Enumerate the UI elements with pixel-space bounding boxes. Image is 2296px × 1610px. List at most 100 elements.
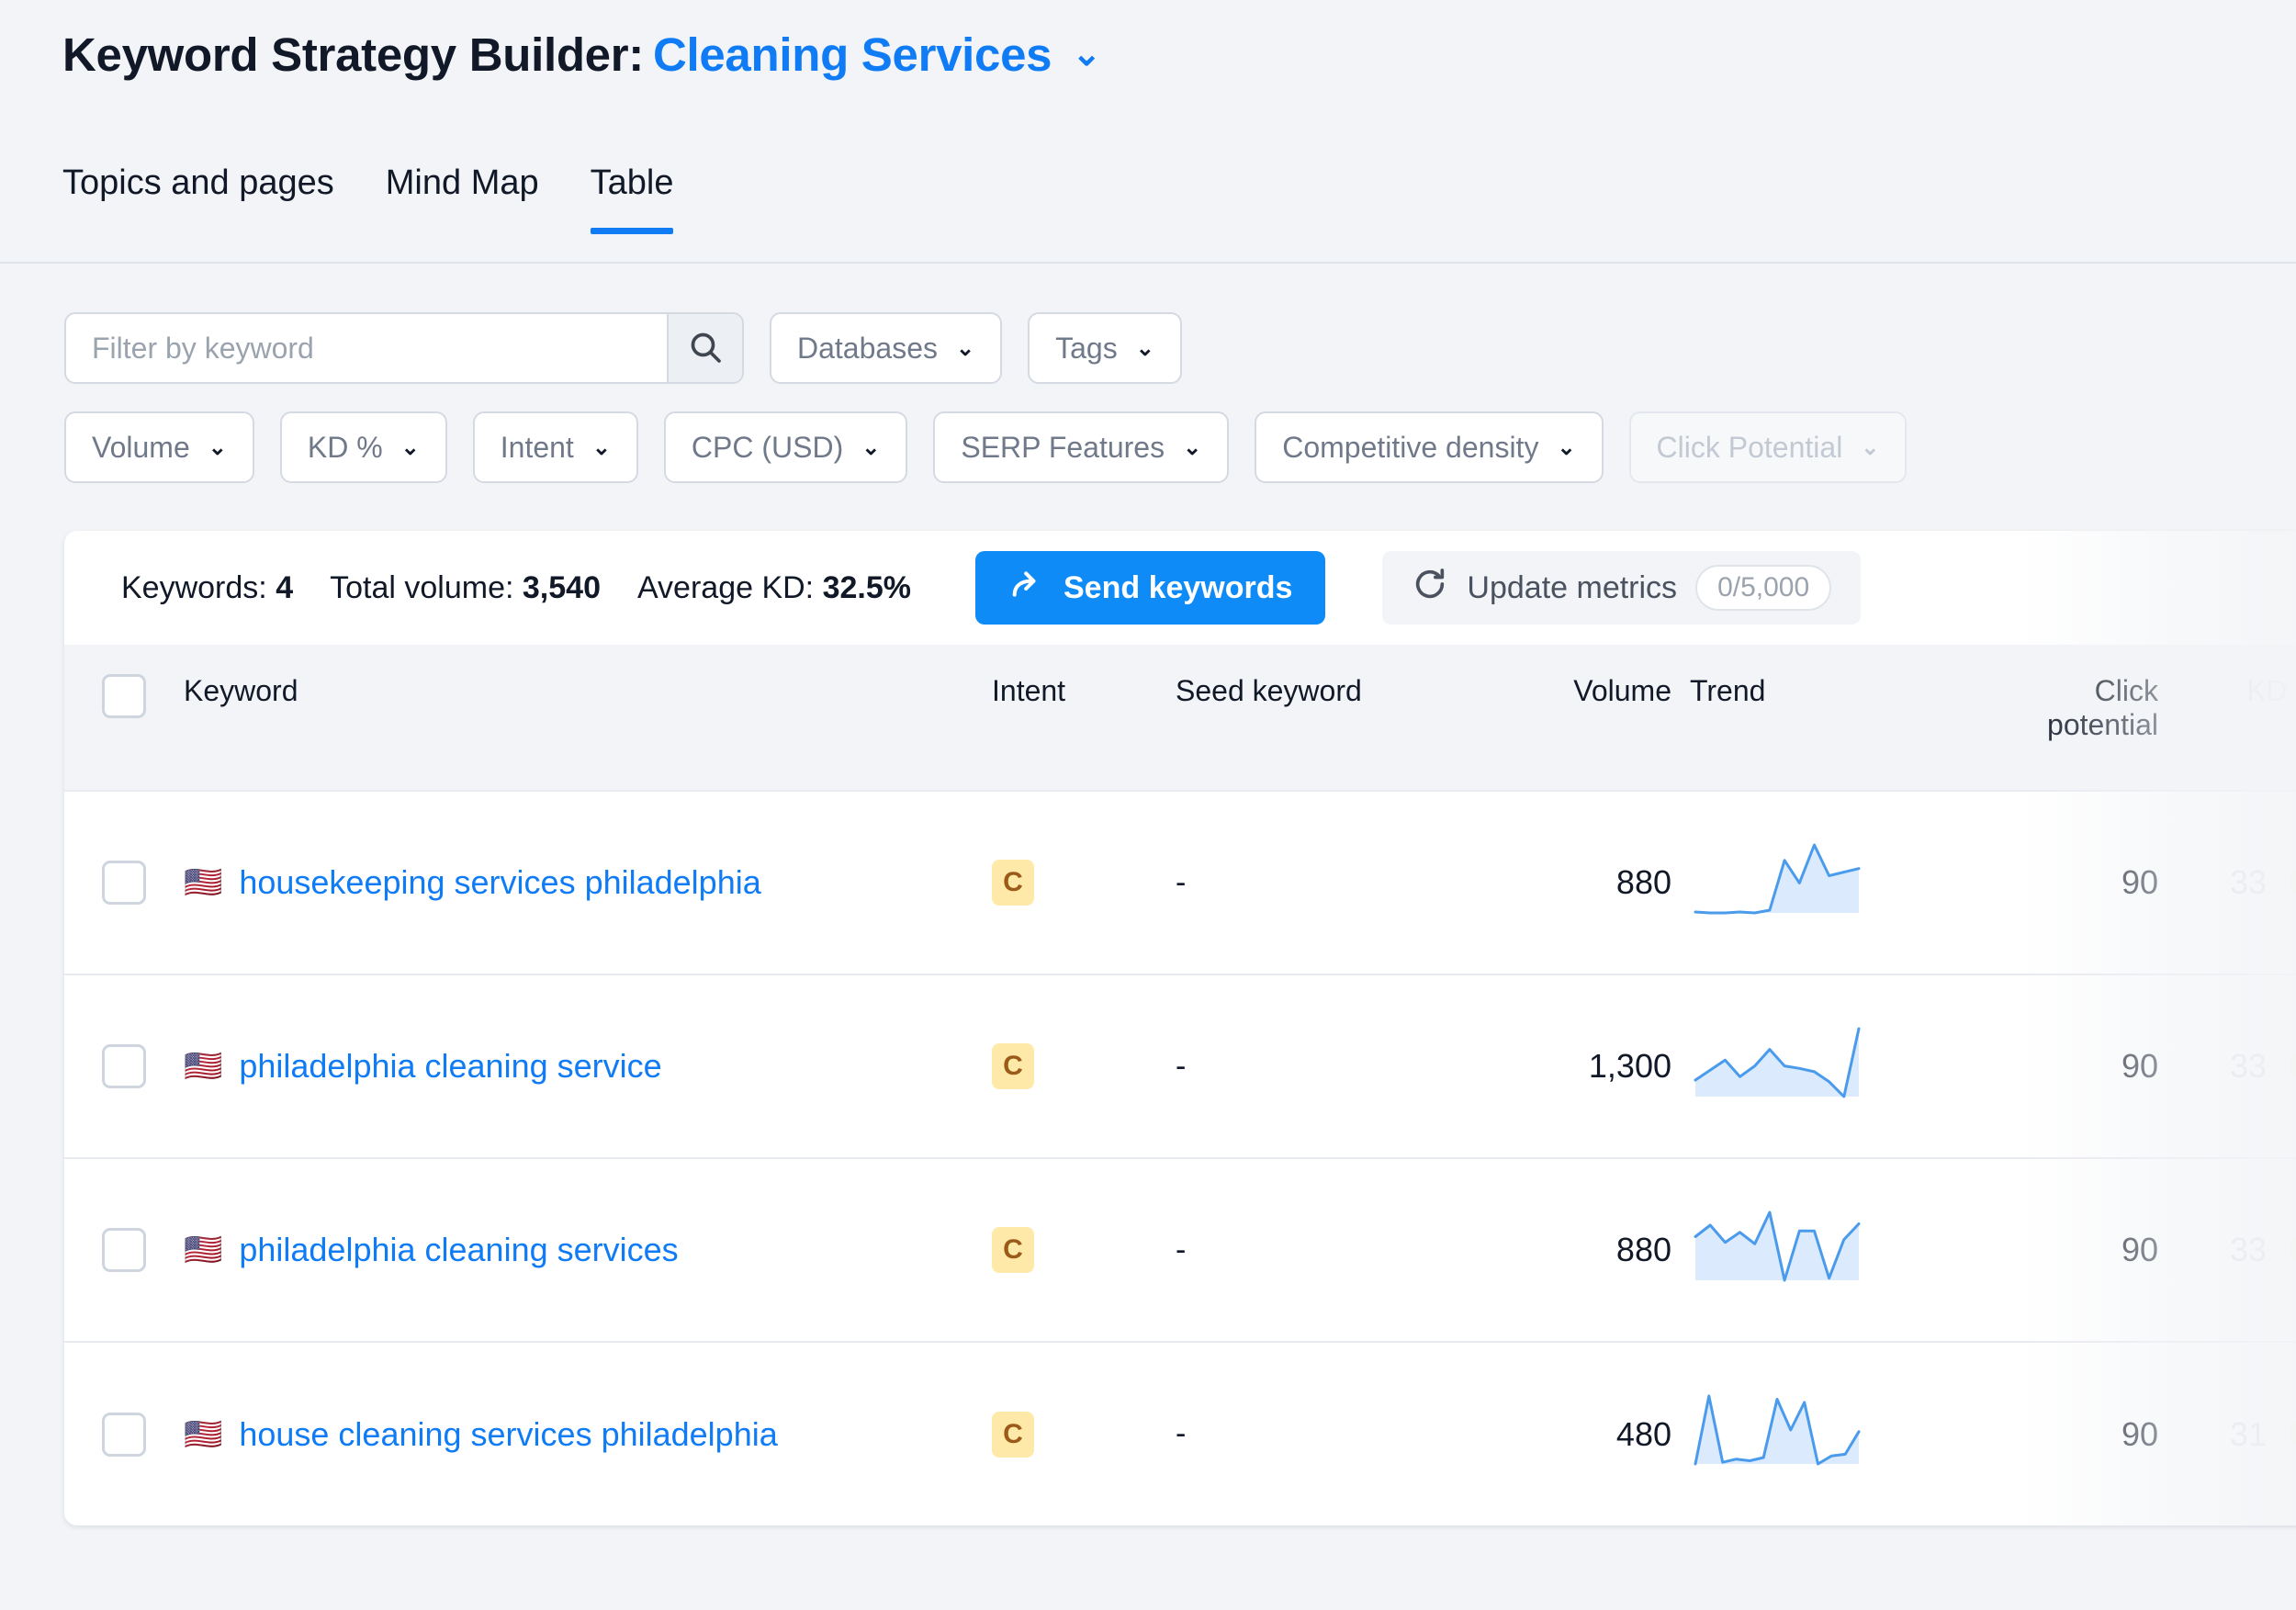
- intent-badge[interactable]: C: [992, 1411, 1034, 1458]
- filter-volume-label: Volume: [92, 430, 190, 464]
- row-click-potential-cell: 90: [2121, 1047, 2158, 1085]
- seed-keyword-value: -: [1176, 1416, 1187, 1451]
- row-checkbox[interactable]: [102, 1412, 146, 1457]
- row-volume-cell: 480: [1615, 1414, 1671, 1453]
- table-row[interactable]: 🇺🇸 philadelphia cleaning services C - 880 90 3…: [64, 1158, 2296, 1342]
- row-volume-cell: 880: [1615, 1231, 1671, 1268]
- row-keyword-cell: 🇺🇸 philadelphia cleaning services: [184, 1158, 992, 1342]
- table-row[interactable]: 🇺🇸 housekeeping services philadelphia C - 88…: [64, 791, 2296, 974]
- kd-difficulty-dot: [2290, 1233, 2296, 1265]
- seed-keyword-value: -: [1176, 1232, 1187, 1267]
- kd-difficulty-dot: [2290, 1050, 2296, 1081]
- select-all-checkbox[interactable]: [102, 674, 146, 718]
- tab-mind-map[interactable]: Mind Map: [386, 163, 539, 234]
- keyword-link[interactable]: house cleaning services philadelphia: [239, 1415, 777, 1454]
- filter-competitive-density[interactable]: Competitive density ⌄: [1255, 411, 1604, 483]
- stat-keywords-label: Keywords:: [121, 569, 267, 605]
- row-volume-cell: 880: [1615, 863, 1671, 901]
- row-checkbox[interactable]: [102, 1228, 146, 1272]
- chevron-down-icon[interactable]: ⌄: [1072, 33, 1101, 74]
- app-root: Keyword Strategy Builder: Cleaning Servic…: [0, 0, 2296, 1610]
- keyword-filter-search: [64, 312, 744, 384]
- row-click-potential-cell: 90: [2121, 1414, 2158, 1453]
- header-volume[interactable]: Volume: [1451, 645, 1671, 791]
- row-select-cell: [64, 791, 184, 974]
- stat-keywords-value: 4: [276, 569, 294, 605]
- row-kd-cell: 31: [2158, 1342, 2296, 1526]
- update-metrics-label: Update metrics: [1467, 569, 1678, 605]
- header-select-all: [64, 645, 184, 791]
- filter-click-potential[interactable]: Click Potential ⌄: [1628, 411, 1908, 483]
- row-seed-keyword-cell: -: [1176, 1342, 1451, 1526]
- stats-toolbar: Keywords: 4 Total volume: 3,540 Average …: [64, 531, 2296, 645]
- country-flag-icon: 🇺🇸: [184, 1416, 223, 1452]
- send-keywords-button[interactable]: Send keywords: [975, 551, 1326, 625]
- keyword-link[interactable]: philadelphia cleaning service: [239, 1047, 661, 1086]
- project-name-link[interactable]: Cleaning Services: [653, 28, 1052, 81]
- stat-total-volume-label: Total volume:: [330, 569, 514, 605]
- stat-average-kd: Average KD: 32.5%: [637, 570, 911, 606]
- filter-intent[interactable]: Intent ⌄: [472, 411, 638, 483]
- filter-kd[interactable]: KD % ⌄: [279, 411, 447, 483]
- filter-tags[interactable]: Tags ⌄: [1028, 312, 1182, 384]
- chevron-down-icon: ⌄: [591, 434, 611, 460]
- row-checkbox[interactable]: [102, 861, 146, 905]
- intent-badge[interactable]: C: [992, 860, 1034, 906]
- header-kd[interactable]: KD %: [2158, 645, 2296, 791]
- filter-volume[interactable]: Volume ⌄: [64, 411, 254, 483]
- page-title-prefix: Keyword Strategy Builder:: [62, 28, 644, 81]
- page-title: Keyword Strategy Builder: Cleaning Servic…: [62, 28, 1101, 82]
- filter-databases[interactable]: Databases ⌄: [770, 312, 1003, 384]
- kd-difficulty-dot: [2290, 1417, 2296, 1449]
- share-arrow-icon: [1008, 566, 1045, 611]
- header-click-potential[interactable]: Click potential: [1883, 645, 2158, 791]
- chevron-down-icon: ⌄: [1135, 335, 1154, 361]
- filter-serp-features[interactable]: SERP Features ⌄: [933, 411, 1230, 483]
- header-trend[interactable]: Trend: [1671, 645, 1883, 791]
- header-seed-keyword[interactable]: Seed keyword: [1176, 645, 1451, 791]
- row-click-potential-cell: 90: [2121, 863, 2158, 901]
- table-body: 🇺🇸 housekeeping services philadelphia C - 88…: [64, 791, 2296, 1526]
- stat-total-volume-value: 3,540: [522, 569, 601, 605]
- stat-keywords: Keywords: 4: [121, 570, 293, 606]
- chevron-down-icon: ⌄: [1183, 434, 1202, 460]
- filter-intent-label: Intent: [500, 430, 574, 464]
- table-row[interactable]: 🇺🇸 philadelphia cleaning service C - 1,300 90…: [64, 974, 2296, 1158]
- row-trend-cell: [1671, 974, 1883, 1158]
- search-input[interactable]: [66, 314, 667, 382]
- trend-sparkline: [1690, 1394, 1864, 1477]
- filter-bar-row-2: Volume ⌄ KD % ⌄ Intent ⌄ CPC (USD) ⌄ SER…: [64, 411, 1908, 483]
- intent-badge[interactable]: C: [992, 1227, 1034, 1273]
- country-flag-icon: 🇺🇸: [184, 1049, 223, 1084]
- keywords-card: Keywords: 4 Total volume: 3,540 Average …: [64, 531, 2296, 1526]
- row-intent-cell: C: [992, 1342, 1176, 1526]
- row-kd-cell: 33: [2158, 791, 2296, 974]
- intent-badge[interactable]: C: [992, 1043, 1034, 1089]
- trend-sparkline: [1690, 843, 1864, 926]
- header-keyword[interactable]: Keyword: [184, 645, 992, 791]
- table-row[interactable]: 🇺🇸 house cleaning services philadelphia C -…: [64, 1342, 2296, 1526]
- search-button[interactable]: [667, 314, 742, 382]
- tab-topics-and-pages[interactable]: Topics and pages: [62, 163, 334, 234]
- row-checkbox[interactable]: [102, 1044, 146, 1088]
- row-seed-keyword-cell: -: [1176, 791, 1451, 974]
- row-intent-cell: C: [992, 1158, 1176, 1342]
- chevron-down-icon: ⌄: [208, 434, 227, 460]
- chevron-down-icon: ⌄: [1861, 434, 1880, 460]
- header-click-potential-line1: Click: [2094, 674, 2158, 707]
- keyword-link[interactable]: philadelphia cleaning services: [239, 1231, 678, 1269]
- table-header: Keyword Intent Seed keyword Volume Trend…: [64, 645, 2296, 791]
- trend-sparkline: [1690, 1027, 1864, 1109]
- update-metrics-button[interactable]: Update metrics 0/5,000: [1382, 551, 1862, 625]
- keyword-link[interactable]: housekeeping services philadelphia: [239, 863, 760, 902]
- filter-databases-label: Databases: [797, 331, 938, 365]
- header-intent[interactable]: Intent: [992, 645, 1176, 791]
- chevron-down-icon: ⌄: [400, 434, 420, 460]
- filter-cpc[interactable]: CPC (USD) ⌄: [663, 411, 908, 483]
- row-intent-cell: C: [992, 974, 1176, 1158]
- tab-table[interactable]: Table: [590, 163, 673, 234]
- stat-average-kd-value: 32.5%: [822, 569, 911, 605]
- filter-cpc-label: CPC (USD): [691, 430, 844, 464]
- update-metrics-quota: 0/5,000: [1695, 565, 1832, 611]
- kd-difficulty-dot: [2290, 866, 2296, 897]
